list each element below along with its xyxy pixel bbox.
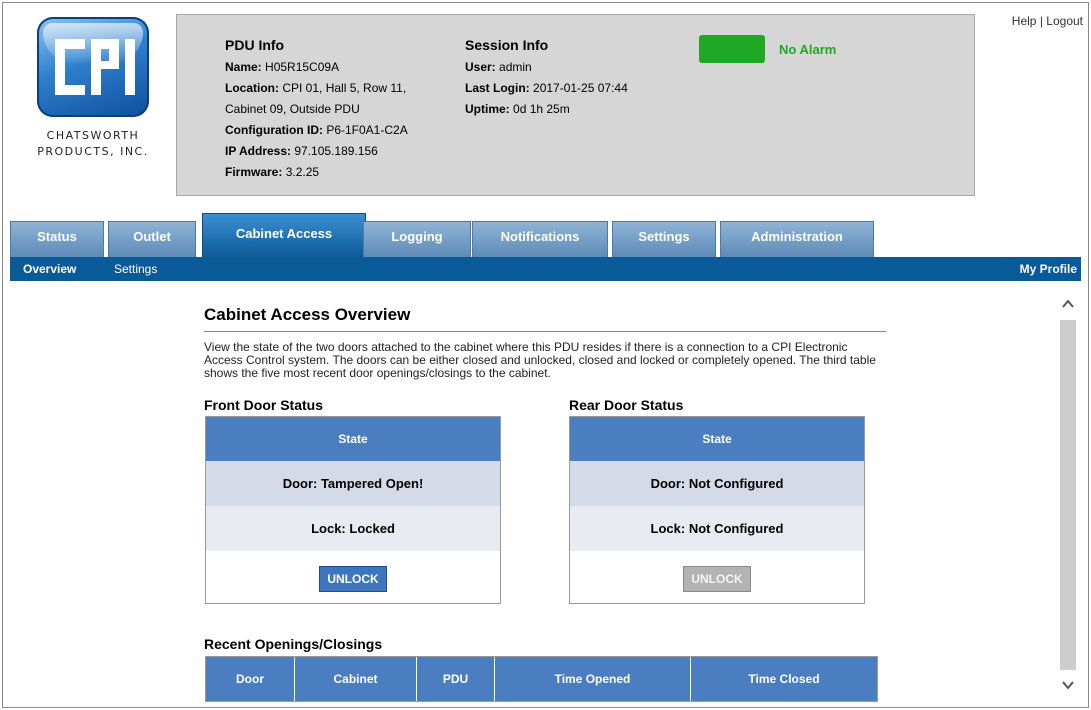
pdu-location: Location: CPI 01, Hall 5, Row 11,	[225, 81, 407, 95]
pdu-firmware: Firmware: 3.2.25	[225, 165, 320, 179]
front-lock-state: Lock: Locked	[206, 506, 500, 551]
col-header-time-opened: Time Opened	[495, 657, 691, 701]
pdu-location-cont: Cabinet 09, Outside PDU	[225, 102, 360, 116]
scroll-up-icon[interactable]	[1060, 296, 1076, 314]
session-info-title: Session Info	[465, 37, 549, 53]
main-content: Cabinet Access Overview View the state o…	[204, 300, 886, 380]
rear-door-actions: UNLOCK	[570, 551, 864, 603]
pdu-config-id: Configuration ID: P6-1F0A1-C2A	[225, 123, 408, 137]
alarm-status: No Alarm	[779, 42, 837, 57]
scrollbar[interactable]	[1057, 290, 1079, 706]
pdu-info: PDU Info Name: H05R15C09A Location: CPI …	[225, 35, 408, 183]
col-header-door: Door	[206, 657, 295, 701]
front-door-table: State Door: Tampered Open! Lock: Locked …	[205, 416, 501, 604]
session-uptime: Uptime: 0d 1h 25m	[465, 102, 570, 116]
front-unlock-button[interactable]: UNLOCK	[319, 566, 387, 592]
front-door-state-header: State	[206, 417, 500, 461]
col-header-pdu: PDU	[417, 657, 495, 701]
rear-lock-state: Lock: Not Configured	[570, 506, 864, 551]
subnav-settings[interactable]: Settings	[114, 262, 157, 276]
title-divider	[204, 331, 886, 332]
page-title: Cabinet Access Overview	[204, 305, 411, 324]
tab-outlet[interactable]: Outlet	[108, 221, 196, 258]
tab-cabinet-access[interactable]: Cabinet Access	[202, 213, 366, 258]
rear-door-title: Rear Door Status	[569, 397, 684, 413]
logo-emblem	[37, 17, 149, 117]
cpi-logo: CHATSWORTH PRODUCTS, INC.	[27, 12, 159, 162]
session-info: Session Info User: admin Last Login: 201…	[465, 35, 628, 120]
col-header-time-closed: Time Closed	[748, 672, 820, 686]
recent-openings-table: Door Cabinet PDU Time Opened Time Closed	[205, 656, 878, 702]
pdu-info-title: PDU Info	[225, 37, 285, 53]
rear-door-table: State Door: Not Configured Lock: Not Con…	[569, 416, 865, 604]
page-description: View the state of the two doors attached…	[204, 340, 876, 380]
pdu-name: Name: H05R15C09A	[225, 60, 340, 74]
help-link[interactable]: Help	[1012, 14, 1037, 28]
device-info-panel: PDU Info Name: H05R15C09A Location: CPI …	[176, 14, 975, 196]
rear-door-state-header: State	[570, 417, 864, 461]
my-profile-link[interactable]: My Profile	[1020, 262, 1077, 276]
session-last-login: Last Login: 2017-01-25 07:44	[465, 81, 628, 95]
tab-settings[interactable]: Settings	[612, 221, 716, 258]
recent-openings-title: Recent Openings/Closings	[204, 636, 383, 652]
top-links: Help | Logout	[1012, 14, 1083, 28]
tab-status[interactable]: Status	[10, 221, 104, 258]
col-header-cabinet: Cabinet	[295, 657, 417, 701]
rear-door-state: Door: Not Configured	[570, 461, 864, 506]
alarm-indicator	[699, 35, 765, 63]
scroll-thumb[interactable]	[1060, 320, 1076, 670]
tab-logging[interactable]: Logging	[363, 221, 471, 258]
tab-notifications[interactable]: Notifications	[472, 221, 608, 258]
front-door-state: Door: Tampered Open!	[206, 461, 500, 506]
link-separator: |	[1039, 14, 1043, 28]
scroll-down-icon[interactable]	[1060, 677, 1076, 695]
pdu-ip: IP Address: 97.105.189.156	[225, 144, 378, 158]
session-user: User: admin	[465, 60, 532, 74]
front-door-title: Front Door Status	[204, 397, 323, 413]
logout-link[interactable]: Logout	[1046, 14, 1083, 28]
tab-administration[interactable]: Administration	[720, 221, 874, 258]
company-name: CHATSWORTH PRODUCTS, INC.	[37, 129, 149, 158]
subnav-overview[interactable]: Overview	[23, 262, 76, 276]
front-door-actions: UNLOCK	[206, 551, 500, 603]
sub-navigation: Overview Settings My Profile	[10, 257, 1081, 281]
rear-unlock-button[interactable]: UNLOCK	[683, 566, 751, 592]
